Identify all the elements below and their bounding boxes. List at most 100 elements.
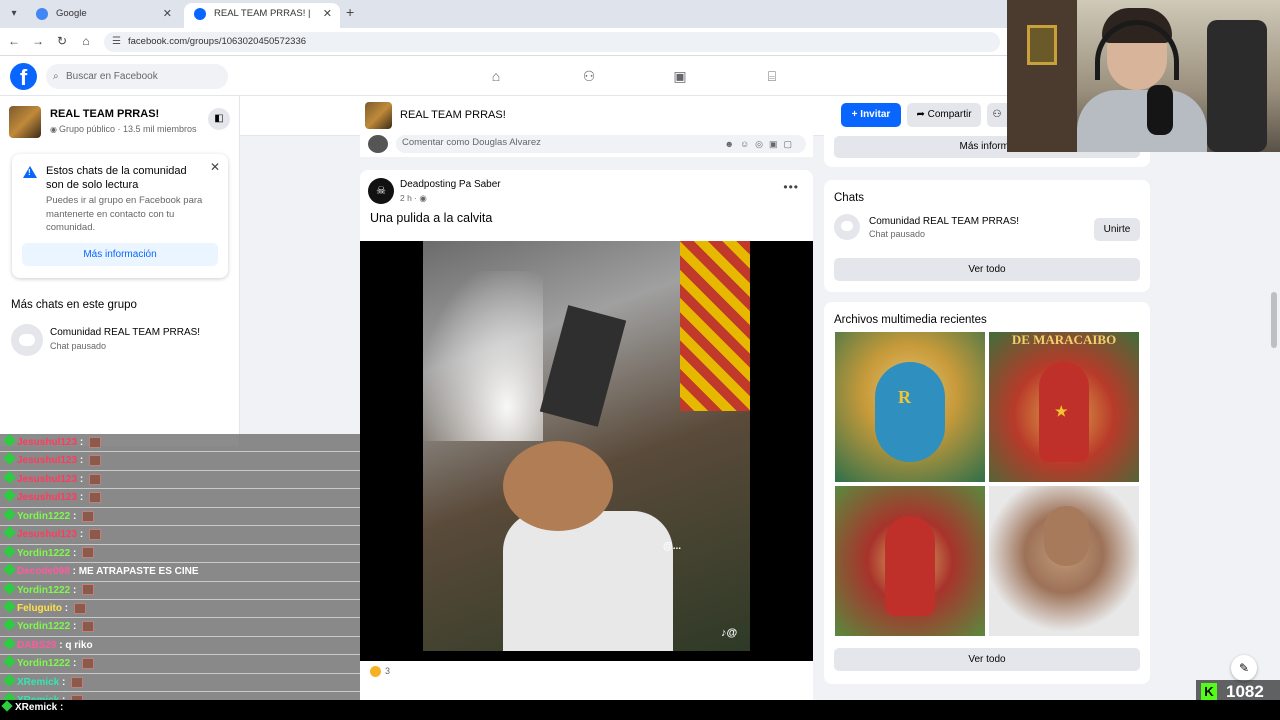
notice-body: Puedes ir al grupo en Facebook para mant…	[46, 195, 203, 233]
facebook-logo-icon[interactable]: f	[10, 63, 37, 90]
tab-facebook[interactable]: REAL TEAM PRRAS! | Facebook ✕	[184, 3, 340, 41]
post-time[interactable]: 2 h · ◉	[400, 193, 427, 204]
post-video[interactable]: @... ♪@	[360, 241, 813, 661]
sub-badge-icon	[3, 618, 16, 632]
forward-icon[interactable]: →	[30, 34, 46, 48]
chat-avatar[interactable]	[11, 324, 43, 356]
tab-search-dropdown-icon[interactable]: ▾	[6, 6, 22, 22]
emote-icon	[71, 676, 84, 688]
share-button[interactable]: ➦ Compartir	[907, 103, 981, 127]
media-thumbnail[interactable]: R	[835, 332, 985, 482]
sub-badge-icon	[3, 655, 16, 669]
chat-username[interactable]: Decode098	[17, 566, 70, 577]
chat-username[interactable]: Yordin1222	[17, 658, 70, 669]
read-only-notice: ! Estos chats de la comunidad son de sol…	[12, 154, 228, 278]
video-watermark: @...	[663, 541, 682, 552]
emote-icon	[82, 510, 95, 522]
page-scrollbar[interactable]	[1271, 292, 1277, 348]
more-options-icon[interactable]: •••	[783, 180, 799, 194]
group-avatar[interactable]	[9, 106, 41, 138]
chat-username[interactable]: DABS29	[17, 640, 56, 651]
chat-username[interactable]: Jesushul123	[17, 455, 77, 466]
more-chats-heading: Más chats en este grupo	[11, 299, 137, 311]
see-all-media-button[interactable]: Ver todo	[834, 648, 1140, 671]
person-head-graphic	[503, 441, 613, 531]
chat-username[interactable]: Jesushul123	[17, 474, 77, 485]
tab-title: Google	[56, 8, 87, 19]
avatar	[368, 135, 388, 153]
author-avatar[interactable]: ☠	[368, 178, 394, 204]
group-name[interactable]: REAL TEAM PRRAS!	[400, 109, 506, 121]
chat-username[interactable]: Jesushul123	[17, 492, 77, 503]
reaction-count: 3	[385, 666, 391, 676]
site-info-icon[interactable]: ☰	[112, 32, 121, 52]
media-thumbnail[interactable]: DE MARACAIBO ★	[989, 332, 1139, 482]
emote-icon	[82, 547, 95, 559]
haha-reaction-icon	[370, 666, 381, 678]
hero-figure-graphic	[885, 516, 935, 616]
chat-line: Jesushul123 :	[0, 452, 360, 471]
sub-badge-icon	[3, 507, 16, 521]
chat-line: Jesushul123 :	[0, 526, 360, 545]
group-name[interactable]: REAL TEAM PRRAS!	[50, 108, 159, 120]
join-chat-button[interactable]: Unirte	[1094, 218, 1140, 241]
collapse-sidebar-icon[interactable]: ◧	[208, 108, 230, 130]
media-emblem: R	[898, 387, 911, 407]
group-avatar[interactable]	[365, 102, 392, 129]
comment-composer: Comentar como Douglas Alvarez ☻☺◎▣▢	[360, 135, 813, 157]
chat-line: Yordin1222 :	[0, 655, 360, 674]
marketplace-icon[interactable]: ⌸	[762, 66, 782, 86]
media-thumbnail[interactable]	[835, 486, 985, 636]
chat-line: XRemick :	[0, 692, 360, 700]
person-shirt-graphic	[503, 511, 673, 651]
chat-username[interactable]: XRemick	[17, 677, 59, 688]
chat-username[interactable]: Yordin1222	[17, 585, 70, 596]
chat-username[interactable]: Yordin1222	[17, 548, 70, 559]
chat-name[interactable]: Comunidad REAL TEAM PRRAS!	[869, 216, 1019, 227]
close-tab-icon[interactable]: ✕	[323, 3, 332, 25]
comment-tools-icon[interactable]: ☻☺◎▣▢	[724, 136, 798, 152]
new-message-icon[interactable]: ✎	[1231, 655, 1257, 681]
search-input[interactable]: ⌕ Buscar en Facebook	[46, 64, 228, 89]
tiktok-icon: ♪@	[721, 627, 738, 639]
chat-username[interactable]: Feluguito	[17, 603, 62, 614]
chat-username[interactable]: Yordin1222	[17, 511, 70, 522]
media-thumbnail[interactable]	[989, 486, 1139, 636]
chat-username[interactable]: Jesushul123	[17, 529, 77, 540]
url-field[interactable]: ☰ facebook.com/groups/1063020450572336	[104, 32, 1000, 52]
watch-icon[interactable]: ▣	[670, 66, 690, 86]
reload-icon[interactable]: ↻	[54, 34, 70, 48]
friends-icon[interactable]: ⚇	[579, 66, 599, 86]
close-tab-icon[interactable]: ✕	[163, 3, 172, 25]
chat-line: Jesushul123 :	[0, 434, 360, 453]
see-all-chats-button[interactable]: Ver todo	[834, 258, 1140, 281]
home-icon[interactable]: ⌂	[78, 34, 94, 48]
comment-input[interactable]: Comentar como Douglas Alvarez ☻☺◎▣▢	[396, 135, 806, 153]
sub-badge-icon	[3, 526, 16, 540]
home-icon[interactable]: ⌂	[486, 66, 506, 86]
search-icon: ⌕	[53, 71, 59, 82]
invite-button[interactable]: + Invitar	[841, 103, 901, 127]
members-icon[interactable]: ⚇	[987, 103, 1007, 127]
more-info-button[interactable]: Más información	[22, 243, 218, 266]
community-chat-sidebar: REAL TEAM PRRAS! ◉ Grupo público · 13.5 m…	[0, 96, 240, 446]
sub-badge-icon	[3, 452, 16, 466]
google-favicon-icon	[36, 8, 48, 20]
back-icon[interactable]: ←	[6, 34, 22, 48]
chat-username[interactable]: Yordin1222	[17, 621, 70, 632]
chat-name[interactable]: Comunidad REAL TEAM PRRAS!	[50, 327, 200, 338]
new-tab-button[interactable]: +	[346, 4, 354, 20]
comment-placeholder: Comentar como Douglas Alvarez	[402, 137, 541, 148]
chat-line: Jesushul123 :	[0, 470, 360, 490]
close-icon[interactable]: ✕	[210, 160, 220, 174]
post-author[interactable]: Deadposting Pa Saber	[400, 179, 501, 190]
chat-avatar[interactable]	[834, 214, 860, 240]
chat-username[interactable]: Jesushul123	[17, 437, 77, 448]
tab-google[interactable]: Google ✕	[26, 3, 180, 28]
video-frame: @... ♪@	[423, 241, 750, 651]
chat-separator: :	[62, 602, 71, 614]
media-caption: DE MARACAIBO	[1011, 332, 1117, 347]
viewer-count: 1082	[1226, 682, 1264, 701]
chat-line: Jesushul123 :	[0, 489, 360, 508]
reaction-summary[interactable]: 3	[370, 666, 391, 678]
